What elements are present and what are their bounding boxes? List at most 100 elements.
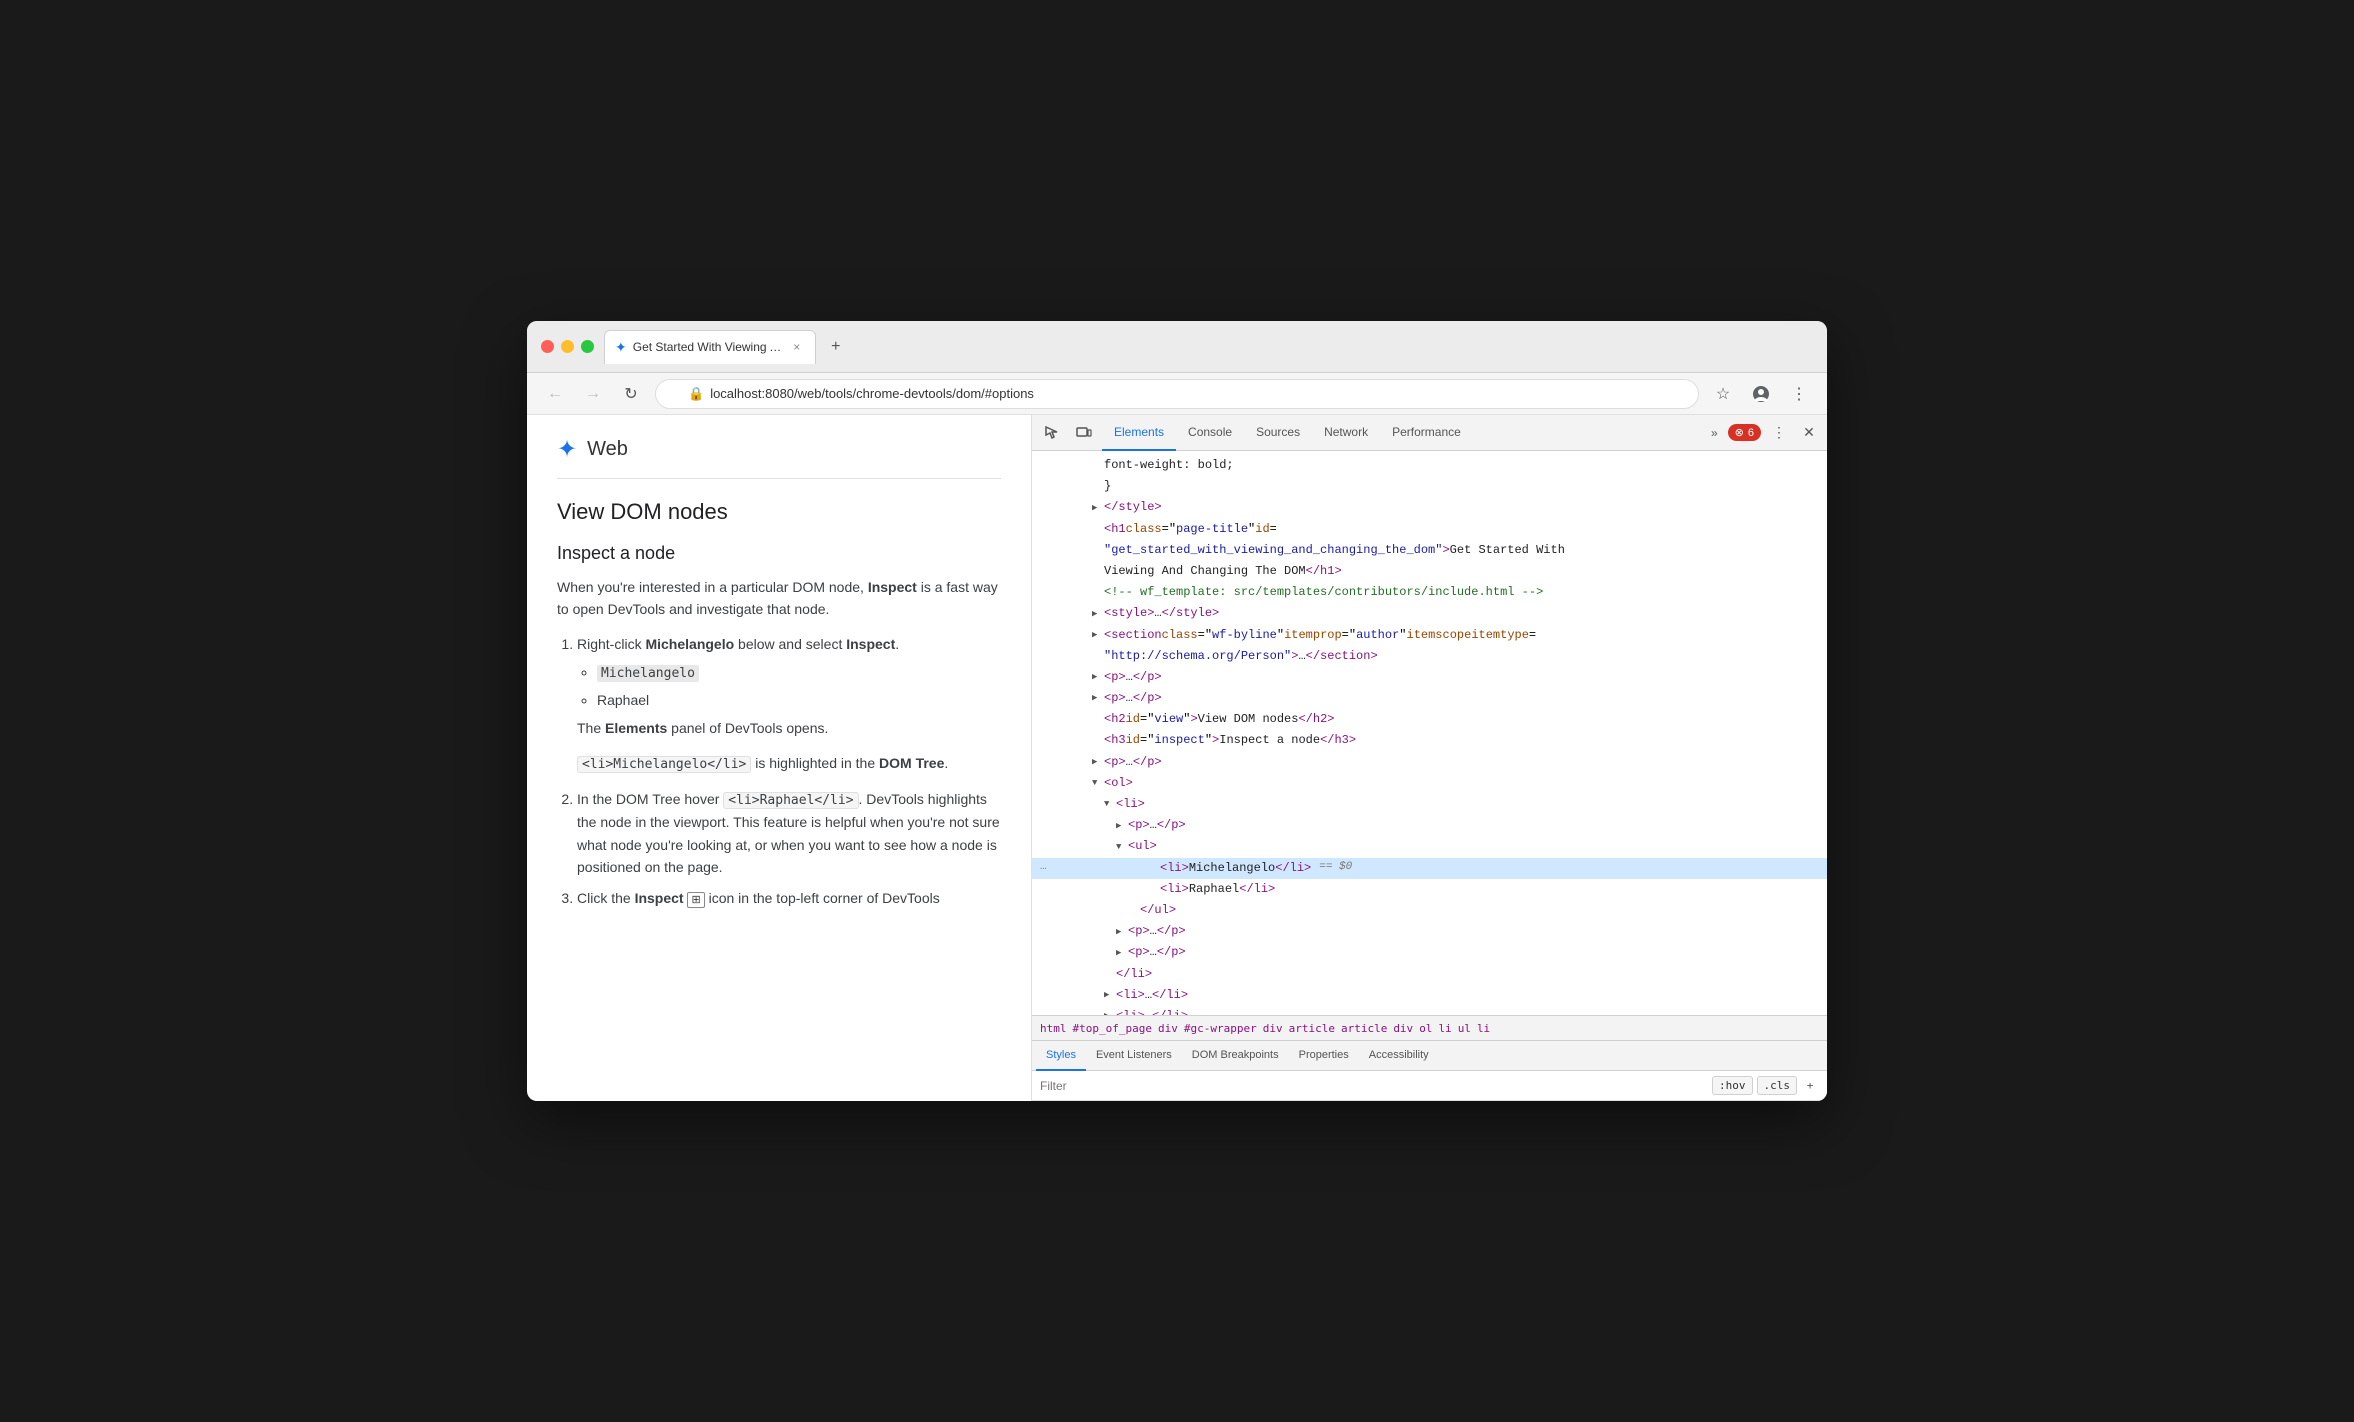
list-item-3: Click the Inspect ⊞ icon in the top-left… (577, 887, 1001, 910)
dom-arrow[interactable] (1116, 819, 1128, 833)
page-content: ✦ Web View DOM nodes Inspect a node When… (527, 415, 1032, 1101)
tab-favicon-icon: ✦ (615, 339, 627, 356)
filter-input[interactable] (1040, 1079, 1704, 1093)
panel-tab-properties[interactable]: Properties (1289, 1041, 1359, 1071)
page-logo-bar: ✦ Web (557, 435, 1001, 479)
traffic-lights (541, 340, 594, 353)
dom-arrow[interactable] (1104, 988, 1116, 1002)
breadcrumb-ul[interactable]: ul (1458, 1022, 1471, 1035)
tab-network[interactable]: Network (1312, 415, 1380, 451)
close-window-button[interactable] (541, 340, 554, 353)
browser-menu-button[interactable]: ⋮ (1785, 380, 1813, 408)
dom-line: <p> … </p> (1032, 942, 1827, 963)
devtools-toolbar: Elements Console Sources Network Perform… (1032, 415, 1827, 451)
dom-line: <p> … </p> (1032, 667, 1827, 688)
forward-button[interactable]: → (579, 380, 607, 408)
dom-arrow[interactable] (1104, 797, 1116, 811)
browser-window: ✦ Get Started With Viewing And × + ← → ↻… (527, 321, 1827, 1101)
breadcrumb-li1[interactable]: li (1438, 1022, 1451, 1035)
breadcrumb-article1[interactable]: article (1289, 1022, 1335, 1035)
breadcrumb-article2[interactable]: article (1341, 1022, 1387, 1035)
dom-line: "get_started_with_viewing_and_changing_t… (1032, 540, 1827, 561)
devtools-tabs: Elements Console Sources Network Perform… (1102, 415, 1701, 451)
dom-line: <p> … </p> (1032, 921, 1827, 942)
dom-arrow[interactable] (1092, 776, 1104, 790)
device-toolbar-button[interactable] (1070, 419, 1098, 447)
dom-line: <p> … </p> (1032, 815, 1827, 836)
new-tab-button[interactable]: + (822, 333, 850, 361)
bookmark-button[interactable]: ☆ (1709, 380, 1737, 408)
list-item-1: Right-click Michelangelo below and selec… (577, 633, 1001, 776)
dom-arrow[interactable] (1092, 670, 1104, 684)
dom-arrow[interactable] (1116, 925, 1128, 939)
dom-line: <!-- wf_template: src/templates/contribu… (1032, 582, 1827, 603)
tab-title: Get Started With Viewing And (633, 340, 783, 354)
tab-performance[interactable]: Performance (1380, 415, 1473, 451)
dom-text: } (1104, 477, 1111, 496)
dom-line: <li> (1032, 794, 1827, 815)
dom-breadcrumb: html #top_of_page div #gc-wrapper div ar… (1032, 1015, 1827, 1041)
dom-line: <ol> (1032, 773, 1827, 794)
dom-arrow[interactable] (1116, 840, 1128, 854)
error-count: 6 (1748, 427, 1754, 439)
add-style-rule-button[interactable]: + (1801, 1076, 1819, 1094)
breadcrumb-top[interactable]: #top_of_page (1073, 1022, 1152, 1035)
instructions-list: Right-click Michelangelo below and selec… (577, 633, 1001, 909)
dom-line: <h1 class="page-title" id= (1032, 519, 1827, 540)
michelangelo-highlighted: Michelangelo (597, 665, 699, 682)
breadcrumb-html[interactable]: html (1040, 1022, 1067, 1035)
site-name: Web (587, 438, 628, 461)
panel-tab-styles[interactable]: Styles (1036, 1041, 1086, 1071)
tab-close-button[interactable]: × (789, 339, 805, 355)
dom-arrow[interactable] (1092, 755, 1104, 769)
breadcrumb-div1[interactable]: div (1158, 1022, 1178, 1035)
tab-sources[interactable]: Sources (1244, 415, 1312, 451)
account-button[interactable] (1747, 380, 1775, 408)
dom-arrow[interactable] (1116, 946, 1128, 960)
dom-line: Viewing And Changing The DOM</h1> (1032, 561, 1827, 582)
tab-console[interactable]: Console (1176, 415, 1244, 451)
address-input[interactable]: 🔒 localhost:8080/web/tools/chrome-devtoo… (655, 379, 1699, 409)
dom-arrow[interactable] (1092, 607, 1104, 621)
dom-line: <section class="wf-byline" itemprop="aut… (1032, 625, 1827, 646)
error-icon: ⊗ (1735, 426, 1744, 439)
dom-line: </ul> (1032, 900, 1827, 921)
refresh-button[interactable]: ↻ (617, 380, 645, 408)
breadcrumb-gc-wrapper[interactable]: #gc-wrapper (1184, 1022, 1257, 1035)
panel-tab-event-listeners[interactable]: Event Listeners (1086, 1041, 1182, 1071)
filter-bar: :hov .cls + (1032, 1071, 1827, 1101)
dom-arrow[interactable] (1092, 501, 1104, 515)
panel-tab-dom-breakpoints[interactable]: DOM Breakpoints (1182, 1041, 1289, 1071)
intro-paragraph: When you're interested in a particular D… (557, 576, 1001, 621)
inspect-icon: ⊞ (687, 892, 704, 908)
dom-arrow[interactable] (1092, 691, 1104, 705)
hov-filter-button[interactable]: :hov (1712, 1076, 1753, 1095)
dom-line: </li> (1032, 964, 1827, 985)
panel-tab-accessibility[interactable]: Accessibility (1359, 1041, 1439, 1071)
devtools-menu-button[interactable]: ⋮ (1765, 419, 1793, 447)
panel-tabs: Styles Event Listeners DOM Breakpoints P… (1032, 1041, 1827, 1071)
dom-line: } (1032, 476, 1827, 497)
breadcrumb-div2[interactable]: div (1263, 1022, 1283, 1035)
code-note: <li>Michelangelo</li> is highlighted in … (577, 752, 1001, 776)
breadcrumb-li2[interactable]: li (1477, 1022, 1490, 1035)
breadcrumb-ol[interactable]: ol (1419, 1022, 1432, 1035)
devtools-close-button[interactable]: ✕ (1797, 421, 1821, 445)
section-heading-view: View DOM nodes (557, 499, 1001, 525)
dom-arrow[interactable] (1092, 628, 1104, 642)
site-logo-icon: ✦ (557, 435, 577, 464)
maximize-window-button[interactable] (581, 340, 594, 353)
browser-tab[interactable]: ✦ Get Started With Viewing And × (604, 330, 816, 364)
inspect-element-button[interactable] (1038, 419, 1066, 447)
back-button[interactable]: ← (541, 380, 569, 408)
tab-elements[interactable]: Elements (1102, 415, 1176, 451)
error-badge: ⊗ 6 (1728, 424, 1761, 441)
breadcrumb-div3[interactable]: div (1393, 1022, 1413, 1035)
dom-line-highlighted[interactable]: … <li> Michelangelo </li> == $0 (1032, 858, 1827, 879)
more-tabs-button[interactable]: » (1705, 426, 1724, 440)
minimize-window-button[interactable] (561, 340, 574, 353)
url-text: localhost:8080/web/tools/chrome-devtools… (710, 386, 1034, 401)
dom-line: <h2 id="view"> View DOM nodes </h2> (1032, 709, 1827, 730)
devtools-panel: Elements Console Sources Network Perform… (1032, 415, 1827, 1101)
cls-filter-button[interactable]: .cls (1757, 1076, 1798, 1095)
